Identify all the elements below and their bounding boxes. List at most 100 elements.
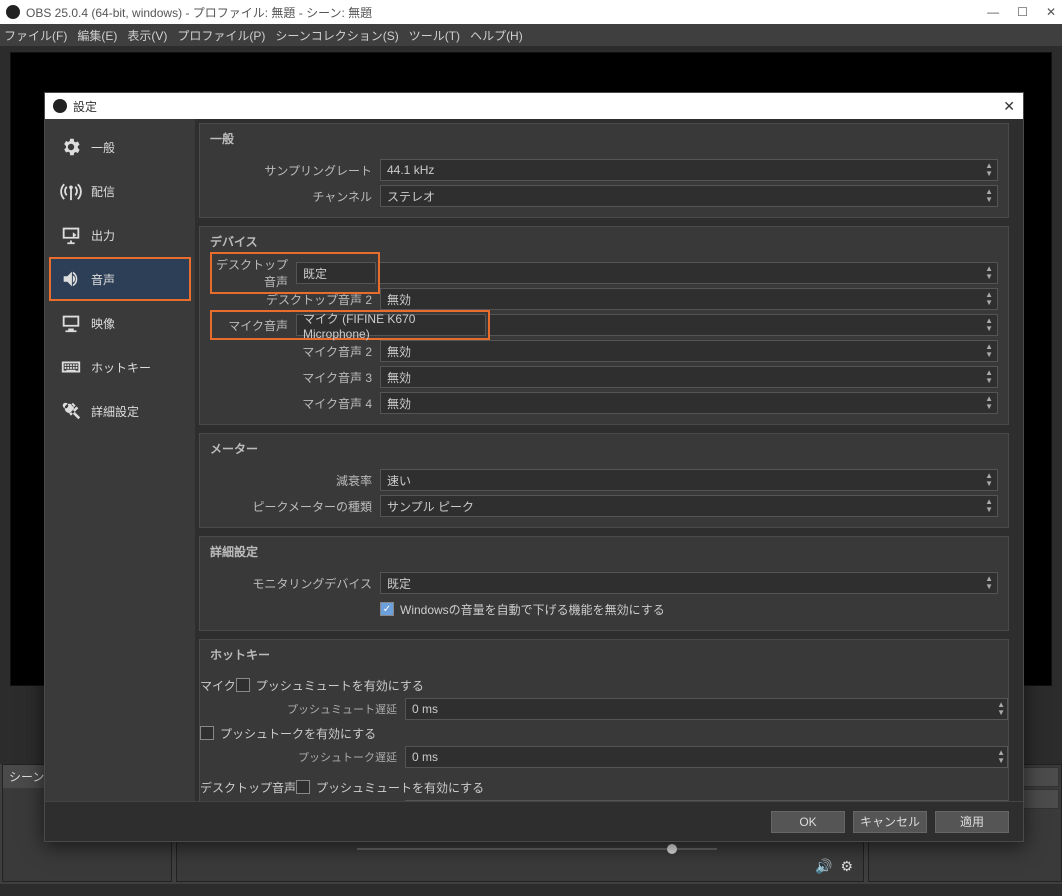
- gear-icon[interactable]: ⚙: [840, 858, 853, 875]
- spinner-icon[interactable]: ▲▼: [997, 701, 1005, 717]
- menubar: ファイル(F) 編集(E) 表示(V) プロファイル(P) シーンコレクション(…: [0, 24, 1062, 46]
- dialog-footer: OK キャンセル 適用: [45, 801, 1023, 841]
- disable-ducking-label: Windowsの音量を自動で下げる機能を無効にする: [400, 601, 665, 618]
- mic-audio-highlight: マイク音声 マイク (FIFINE K670 Microphone): [210, 310, 490, 340]
- group-hotkeys: ホットキー マイク プッシュミュートを有効にする プッシュミュート遅延 0 ms…: [199, 639, 1009, 801]
- sidebar-item-label: 一般: [91, 139, 115, 156]
- mic-audio-combo-ext[interactable]: ▲▼: [490, 314, 998, 336]
- sidebar-item-label: ホットキー: [91, 359, 151, 376]
- settings-content[interactable]: 一般 サンプリングレート 44.1 kHz▲▼ チャンネル ステレオ▲▼ デバイ…: [195, 119, 1023, 801]
- ok-button[interactable]: OK: [771, 811, 845, 833]
- desktop-audio-combo-ext[interactable]: ▲▼: [380, 262, 998, 284]
- dialog-close-button[interactable]: ✕: [1003, 98, 1015, 115]
- desktop-ptm-enable-label: プッシュミュートを有効にする: [316, 779, 484, 796]
- apply-button[interactable]: 適用: [935, 811, 1009, 833]
- menu-help[interactable]: ヘルプ(H): [470, 27, 523, 44]
- mic-ptt-delay-label: プッシュトーク遅延: [200, 749, 405, 765]
- mic-audio-3-combo[interactable]: 無効▲▼: [380, 366, 998, 388]
- monitor-icon: [59, 311, 83, 335]
- menu-tools[interactable]: ツール(T): [409, 27, 460, 44]
- mic-ptm-delay-label: プッシュミュート遅延: [200, 701, 405, 717]
- group-hotkeys-title: ホットキー: [200, 640, 1008, 673]
- speaker-icon[interactable]: 🔊: [815, 858, 832, 875]
- mic-audio-4-label: マイク音声 4: [210, 395, 380, 412]
- menu-scene-collection[interactable]: シーンコレクション(S): [275, 27, 398, 44]
- dialog-title: 設定: [73, 98, 97, 115]
- sample-rate-label: サンプリングレート: [210, 162, 380, 179]
- obs-logo-icon: [53, 99, 67, 113]
- gear-icon: [59, 135, 83, 159]
- peak-meter-type-label: ピークメーターの種類: [210, 498, 380, 515]
- group-meters-title: メーター: [200, 434, 1008, 467]
- settings-dialog: 設定 ✕ 一般 配信 出力 音声 映像: [44, 92, 1024, 842]
- mic-ptm-enable-checkbox[interactable]: [236, 678, 250, 692]
- cancel-button[interactable]: キャンセル: [853, 811, 927, 833]
- maximize-button[interactable]: ☐: [1017, 5, 1028, 19]
- menu-view[interactable]: 表示(V): [127, 27, 167, 44]
- main-window-title: OBS 25.0.4 (64-bit, windows) - プロファイル: 無…: [26, 4, 372, 21]
- hotkey-mic-head: マイク: [200, 677, 236, 694]
- sidebar-item-output[interactable]: 出力: [49, 213, 191, 257]
- mic-audio-4-combo[interactable]: 無効▲▼: [380, 392, 998, 414]
- chevron-updown-icon: ▲▼: [985, 343, 993, 359]
- decay-rate-label: 減衰率: [210, 472, 380, 489]
- audio-volume-slider[interactable]: [357, 846, 717, 852]
- dialog-titlebar: 設定 ✕: [45, 93, 1023, 119]
- menu-profile[interactable]: プロファイル(P): [177, 27, 265, 44]
- mic-audio-combo[interactable]: マイク (FIFINE K670 Microphone): [296, 314, 486, 336]
- mic-audio-label: マイク音声: [214, 317, 296, 334]
- sidebar-item-advanced[interactable]: 詳細設定: [49, 389, 191, 433]
- sidebar-item-label: 音声: [91, 271, 115, 288]
- sidebar-item-label: 詳細設定: [91, 403, 139, 420]
- channels-combo[interactable]: ステレオ▲▼: [380, 185, 998, 207]
- group-general-title: 一般: [200, 124, 1008, 157]
- desktop-audio-2-combo[interactable]: 無効▲▼: [380, 288, 998, 310]
- chevron-updown-icon: ▲▼: [985, 188, 993, 204]
- desktop-audio-label: デスクトップ音声: [214, 256, 296, 290]
- desktop-ptm-delay-input[interactable]: 0 ms▲▼: [405, 800, 1008, 801]
- antenna-icon: [59, 179, 83, 203]
- menu-edit[interactable]: 編集(E): [77, 27, 117, 44]
- decay-rate-combo[interactable]: 速い▲▼: [380, 469, 998, 491]
- group-devices: デバイス デスクトップ音声 既定 ▲▼ デスクトップ音声 2 無効▲▼ マイク音…: [199, 226, 1009, 425]
- chevron-updown-icon: ▲▼: [985, 369, 993, 385]
- mic-ptm-enable-label: プッシュミュートを有効にする: [256, 677, 424, 694]
- desktop-ptm-enable-checkbox[interactable]: [296, 780, 310, 794]
- chevron-updown-icon: ▲▼: [985, 395, 993, 411]
- chevron-updown-icon: ▲▼: [985, 472, 993, 488]
- sidebar-item-hotkeys[interactable]: ホットキー: [49, 345, 191, 389]
- main-titlebar: OBS 25.0.4 (64-bit, windows) - プロファイル: 無…: [0, 0, 1062, 24]
- sidebar-item-general[interactable]: 一般: [49, 125, 191, 169]
- menu-file[interactable]: ファイル(F): [4, 27, 67, 44]
- sidebar-item-audio[interactable]: 音声: [49, 257, 191, 301]
- chevron-updown-icon: ▲▼: [985, 162, 993, 178]
- spinner-icon[interactable]: ▲▼: [997, 749, 1005, 765]
- mic-ptm-delay-input[interactable]: 0 ms▲▼: [405, 698, 1008, 720]
- mic-audio-3-label: マイク音声 3: [210, 369, 380, 386]
- chevron-updown-icon: ▲▼: [985, 265, 993, 281]
- sidebar-item-label: 映像: [91, 315, 115, 332]
- disable-ducking-checkbox[interactable]: ✓: [380, 602, 394, 616]
- sample-rate-combo[interactable]: 44.1 kHz▲▼: [380, 159, 998, 181]
- minimize-button[interactable]: ―: [987, 5, 999, 19]
- tools-icon: [59, 399, 83, 423]
- hotkey-desktop-head: デスクトップ音声: [200, 779, 296, 796]
- chevron-updown-icon: ▲▼: [985, 317, 993, 333]
- sidebar-item-label: 配信: [91, 183, 115, 200]
- mic-audio-2-label: マイク音声 2: [210, 343, 380, 360]
- monitoring-device-combo[interactable]: 既定▲▼: [380, 572, 998, 594]
- close-button[interactable]: ✕: [1046, 5, 1056, 19]
- chevron-updown-icon: ▲▼: [985, 575, 993, 591]
- group-general: 一般 サンプリングレート 44.1 kHz▲▼ チャンネル ステレオ▲▼: [199, 123, 1009, 218]
- peak-meter-type-combo[interactable]: サンプル ピーク▲▼: [380, 495, 998, 517]
- mic-ptt-delay-input[interactable]: 0 ms▲▼: [405, 746, 1008, 768]
- group-meters: メーター 減衰率 速い▲▼ ピークメーターの種類 サンプル ピーク▲▼: [199, 433, 1009, 528]
- monitoring-device-label: モニタリングデバイス: [210, 575, 380, 592]
- sidebar-item-video[interactable]: 映像: [49, 301, 191, 345]
- mic-ptt-enable-checkbox[interactable]: [200, 726, 214, 740]
- chevron-updown-icon: ▲▼: [985, 291, 993, 307]
- desktop-audio-combo[interactable]: 既定: [296, 262, 376, 284]
- speaker-icon: [59, 267, 83, 291]
- sidebar-item-stream[interactable]: 配信: [49, 169, 191, 213]
- mic-audio-2-combo[interactable]: 無効▲▼: [380, 340, 998, 362]
